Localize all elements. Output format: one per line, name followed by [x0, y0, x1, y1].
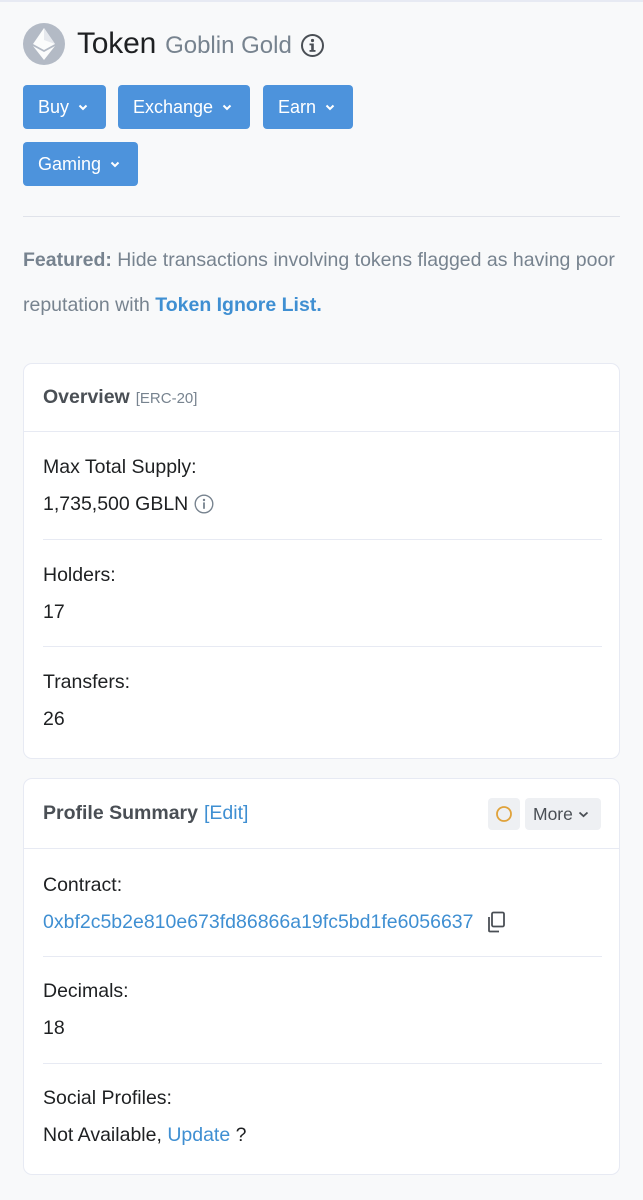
page-title: Token: [77, 27, 157, 60]
chevron-down-icon: [325, 104, 335, 111]
holders-row: Holders: 17: [43, 560, 602, 627]
update-social-link[interactable]: Update: [167, 1120, 230, 1150]
overview-title: Overview: [43, 386, 130, 408]
more-dropdown-button[interactable]: More: [525, 798, 601, 830]
token-name: Goblin Gold: [165, 31, 292, 59]
exchange-button-label: Exchange: [133, 96, 214, 117]
token-ignore-list-link[interactable]: Token Ignore List.: [155, 294, 321, 316]
buy-button-label: Buy: [38, 96, 70, 117]
header-divider: [23, 216, 620, 217]
status-indicator[interactable]: [488, 798, 520, 830]
earn-button-label: Earn: [278, 96, 317, 117]
copy-icon[interactable]: [486, 911, 506, 933]
decimals-label: Decimals:: [43, 980, 129, 1002]
contract-value: 0xbf2c5b2e810e673fd86866a19fc5bd1fe60566…: [43, 907, 602, 937]
page-header: Token Goblin Gold: [23, 22, 325, 66]
more-button-label: More: [533, 803, 573, 824]
profile-summary-card: Profile Summary [Edit] More Contract: 0x…: [23, 778, 620, 1175]
transfers-label: Transfers:: [43, 671, 131, 693]
contract-address-link[interactable]: 0xbf2c5b2e810e673fd86866a19fc5bd1fe60566…: [43, 907, 474, 937]
transfers-row: Transfers: 26: [43, 667, 602, 734]
gaming-button-label: Gaming: [38, 153, 102, 174]
row-divider: [43, 539, 602, 540]
chevron-down-icon: [78, 104, 88, 111]
contract-label: Contract:: [43, 874, 123, 896]
token-standard-label: [ERC-20]: [135, 390, 198, 407]
chevron-down-icon: [222, 104, 232, 111]
contract-row: Contract: 0xbf2c5b2e810e673fd86866a19fc5…: [43, 870, 602, 937]
row-divider: [43, 646, 602, 647]
social-profiles-value: Not Available, Update ?: [43, 1120, 602, 1150]
chevron-down-icon: [110, 161, 120, 168]
earn-dropdown-button[interactable]: Earn: [263, 85, 353, 129]
max-total-supply-amount: 1,735,500 GBLN: [43, 493, 189, 515]
social-profiles-label: Social Profiles:: [43, 1087, 172, 1109]
max-total-supply-value: 1,735,500 GBLN: [43, 489, 602, 519]
featured-notice: Featured: Hide transactions involving to…: [23, 238, 623, 328]
transfers-value: 26: [43, 708, 65, 730]
holders-value: 17: [43, 601, 65, 623]
buy-dropdown-button[interactable]: Buy: [23, 85, 106, 129]
max-total-supply-label: Max Total Supply:: [43, 456, 197, 478]
profile-summary-title: Profile Summary: [43, 802, 198, 824]
social-profiles-status: Not Available,: [43, 1124, 168, 1146]
gaming-dropdown-button[interactable]: Gaming: [23, 142, 138, 186]
chevron-down-icon: [578, 811, 589, 818]
featured-prefix: Featured:: [23, 249, 112, 271]
row-divider: [43, 1063, 602, 1064]
overview-card-header: Overview [ERC-20]: [24, 364, 619, 432]
info-circle-icon[interactable]: [300, 33, 325, 58]
social-help-mark[interactable]: ?: [230, 1120, 247, 1150]
exchange-dropdown-button[interactable]: Exchange: [118, 85, 250, 129]
holders-label: Holders:: [43, 564, 116, 586]
row-divider: [43, 956, 602, 957]
decimals-value: 18: [43, 1017, 65, 1039]
decimals-row: Decimals: 18: [43, 976, 602, 1043]
overview-card: Overview [ERC-20] Max Total Supply: 1,73…: [23, 363, 620, 759]
edit-profile-link[interactable]: [Edit]: [204, 802, 248, 825]
top-border: [0, 0, 643, 2]
social-profiles-row: Social Profiles: Not Available, Update ?: [43, 1083, 602, 1150]
max-total-supply-row: Max Total Supply: 1,735,500 GBLN: [43, 452, 602, 519]
ethereum-logo-icon: [23, 23, 65, 65]
info-circle-icon[interactable]: [194, 494, 214, 514]
